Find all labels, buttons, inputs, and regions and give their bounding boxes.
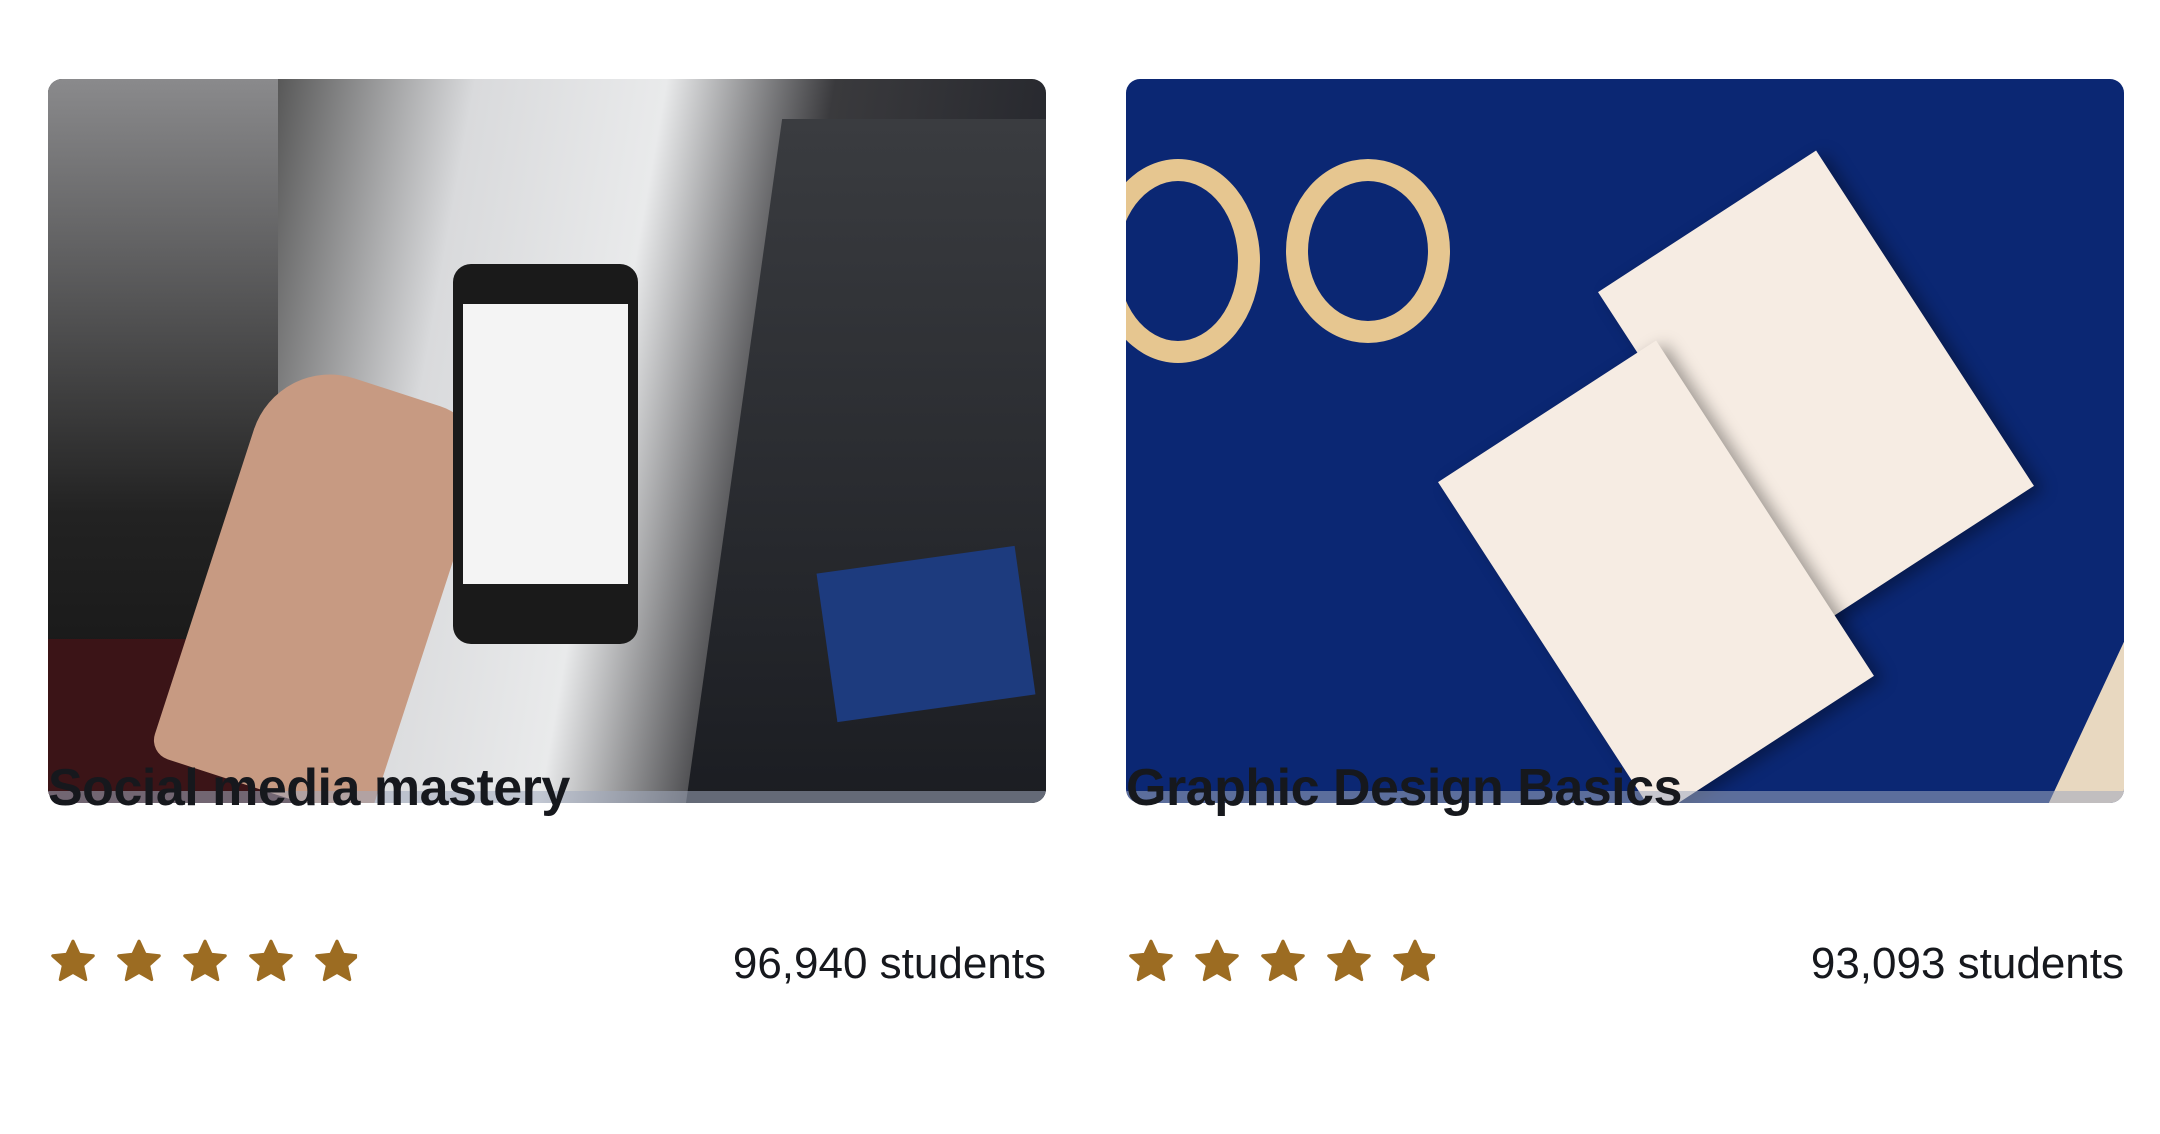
star-icon — [249, 939, 293, 982]
course-thumbnail[interactable] — [48, 79, 1046, 803]
star-icon — [1327, 939, 1371, 982]
star-icon — [1261, 939, 1305, 982]
photo-billboard — [816, 545, 1036, 723]
course-card-graphic-design[interactable] — [1126, 79, 2124, 803]
course-title[interactable]: Graphic Design Basics — [1126, 758, 1682, 818]
star-icon — [51, 939, 95, 982]
star-icon — [315, 939, 359, 982]
photo-scissors-handle — [1126, 159, 1260, 363]
course-card-social-media[interactable] — [48, 79, 1046, 803]
star-rating — [48, 936, 362, 986]
star-icon — [1195, 939, 1239, 982]
star-icon — [183, 939, 227, 982]
star-icon — [1393, 939, 1437, 982]
student-count: 96,940 students — [732, 939, 1046, 988]
star-rating — [1126, 936, 1440, 986]
course-thumbnail[interactable] — [1126, 79, 2124, 803]
photo-phone — [453, 264, 638, 644]
star-icon — [1129, 939, 1173, 982]
student-count: 93,093 students — [1810, 939, 2124, 988]
course-title[interactable]: Social media mastery — [48, 758, 570, 818]
star-icon — [117, 939, 161, 982]
photo-ruler — [2010, 594, 2124, 803]
photo-scissors-handle — [1286, 159, 1450, 343]
